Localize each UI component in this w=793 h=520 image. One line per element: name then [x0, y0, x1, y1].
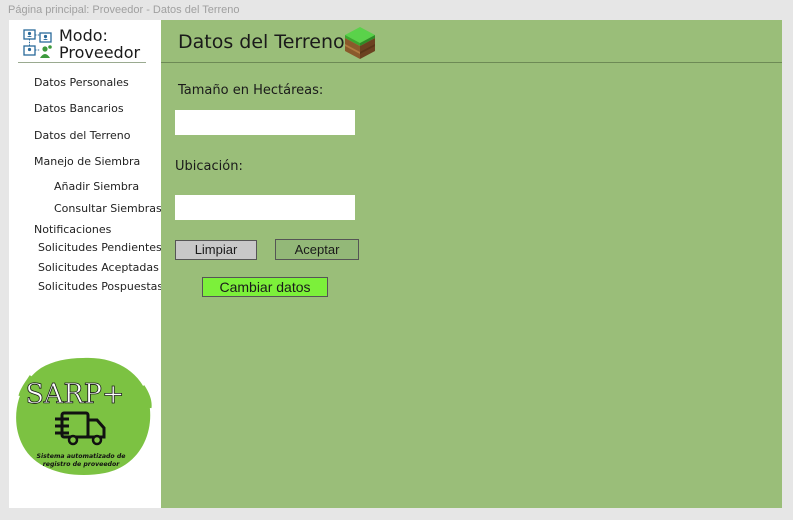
logo-name: SARP+: [25, 379, 124, 410]
size-input[interactable]: [175, 110, 355, 135]
sarp-logo: SARP+ Sistema automatizado de registro d…: [16, 357, 152, 476]
sidebar-item-notificaciones[interactable]: Notificaciones: [34, 223, 111, 236]
grass-block-icon: [345, 27, 375, 59]
clear-button[interactable]: Limpiar: [175, 240, 257, 260]
accept-button[interactable]: Aceptar: [275, 239, 359, 260]
logo-tagline-2: registro de proveedor: [43, 460, 121, 468]
change-data-button[interactable]: Cambiar datos: [202, 277, 328, 297]
size-label: Tamaño en Hectáreas:: [178, 83, 324, 98]
location-label: Ubicación:: [175, 159, 243, 174]
sidebar: Modo: Proveedor Datos Personales Datos B…: [9, 20, 163, 508]
sidebar-item-consultar-siembras[interactable]: Consultar Siembras: [54, 202, 162, 215]
brand-line-1: Modo:: [59, 26, 108, 45]
sidebar-item-solicitudes-pospuestas[interactable]: Solicitudes Pospuestas: [38, 280, 163, 293]
location-input[interactable]: [175, 195, 355, 220]
sidebar-item-anadir-siembra[interactable]: Añadir Siembra: [54, 180, 139, 193]
sidebar-brand: Modo: Proveedor: [18, 26, 146, 62]
sidebar-brand-text: Modo: Proveedor: [59, 27, 140, 61]
sidebar-divider: [18, 62, 146, 63]
title-divider: [161, 62, 782, 63]
sidebar-item-datos-personales[interactable]: Datos Personales: [34, 76, 129, 89]
sidebar-item-manejo-siembra[interactable]: Manejo de Siembra: [34, 155, 140, 168]
page-title: Datos del Terreno: [178, 31, 345, 53]
sidebar-item-datos-terreno[interactable]: Datos del Terreno: [34, 129, 130, 142]
sidebar-item-solicitudes-pendientes[interactable]: Solicitudes Pendientes: [38, 241, 162, 254]
sidebar-item-datos-bancarios[interactable]: Datos Bancarios: [34, 102, 124, 115]
main-panel: Datos del Terreno Tamaño en Hectáreas: U…: [161, 20, 782, 508]
network-users-icon: [23, 29, 52, 58]
sidebar-item-solicitudes-aceptadas[interactable]: Solicitudes Aceptadas: [38, 261, 159, 274]
window-title: Página principal: Proveedor - Datos del …: [8, 4, 240, 16]
logo-tagline-1: Sistema automatizado de: [37, 452, 126, 460]
brand-line-2: Proveedor: [59, 43, 141, 62]
